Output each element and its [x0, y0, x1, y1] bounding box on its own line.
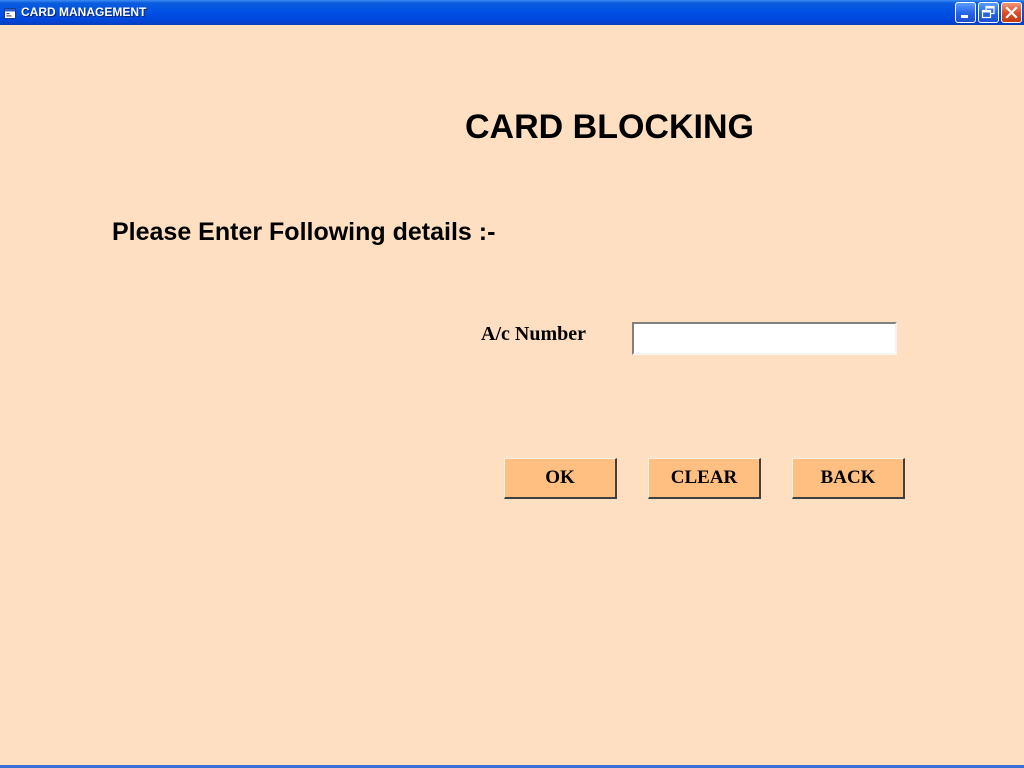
close-icon	[1005, 6, 1018, 19]
account-number-input[interactable]	[632, 322, 897, 355]
card-management-window: CARD MANAGEMENT CARD BLOCKING Please Ent…	[0, 0, 1024, 768]
close-button[interactable]	[1001, 2, 1022, 23]
ok-button[interactable]: OK	[504, 458, 617, 499]
page-title: CARD BLOCKING	[465, 108, 754, 146]
restore-icon	[981, 5, 995, 19]
title-bar[interactable]: CARD MANAGEMENT	[0, 0, 1024, 25]
instruction-text: Please Enter Following details :-	[112, 218, 496, 246]
minimize-button[interactable]	[955, 2, 976, 23]
app-window-icon[interactable]	[4, 6, 16, 19]
back-button[interactable]: BACK	[792, 458, 905, 499]
window-title: CARD MANAGEMENT	[21, 5, 147, 19]
clear-button[interactable]: CLEAR	[648, 458, 761, 499]
account-number-label: A/c Number	[481, 323, 586, 345]
minimize-icon	[961, 15, 968, 18]
restore-button[interactable]	[978, 2, 999, 23]
